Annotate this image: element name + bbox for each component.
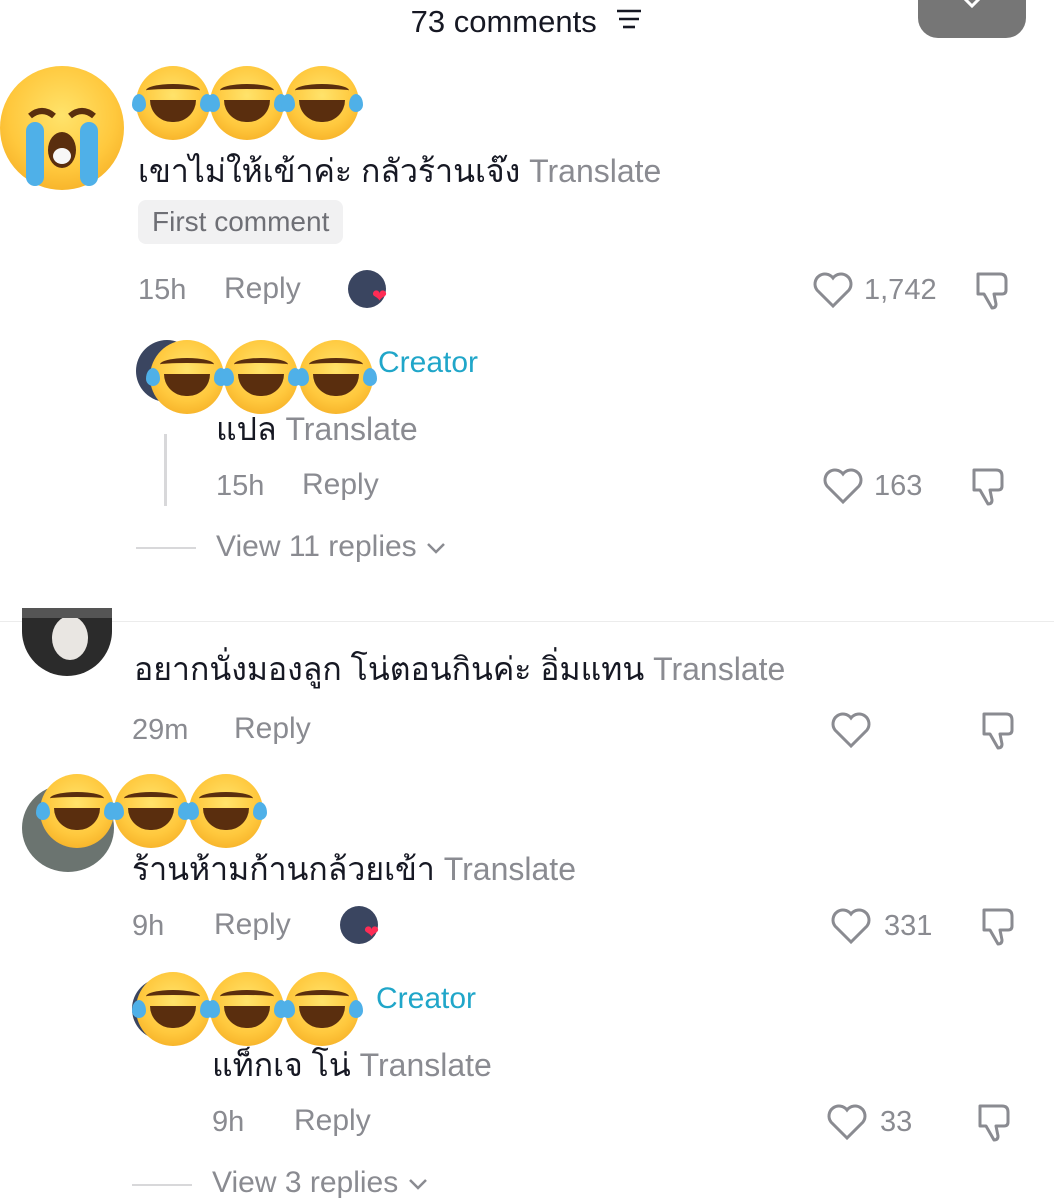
comment-body: ร้านห้ามก้านกล้วยเข้า [132, 851, 435, 887]
laughing-emoji-icon [294, 340, 377, 414]
reply-time: 9h [212, 1106, 245, 1138]
like-count: 1,742 [864, 274, 937, 306]
user-avatar[interactable] [22, 608, 112, 676]
thread-line [164, 434, 167, 506]
comment-text: เขาไม่ให้เข้าค่ะ กลัวร้านเจ๊ง Translate [138, 146, 661, 197]
laughing-emoji-icon [206, 66, 289, 140]
laughing-emoji-icon [110, 774, 193, 848]
reply-button[interactable]: Reply [302, 468, 379, 502]
comment-text: อยากนั่งมองลูก โน่ตอนกินค่ะ อิ่มแทน Tran… [134, 644, 785, 695]
laughing-emoji-icon [132, 66, 214, 140]
like-count: 33 [880, 1106, 913, 1138]
reply-emojis [146, 340, 380, 414]
translate-link[interactable]: Translate [444, 851, 576, 887]
laughing-emoji-icon [206, 972, 289, 1046]
comment-text: ร้านห้ามก้านกล้วยเข้า Translate [132, 844, 576, 895]
chevron-down-icon [407, 1166, 429, 1199]
view-replies-label: View 3 replies [212, 1166, 399, 1199]
like-heart-icon[interactable] [830, 906, 872, 951]
view-replies-label: View 11 replies [216, 530, 417, 563]
creator-label: Creator [378, 346, 479, 379]
replies-divider [136, 547, 196, 549]
like-heart-icon[interactable] [830, 710, 872, 755]
comment-body: อยากนั่งมองลูก โน่ตอนกินค่ะ อิ่มแทน [134, 651, 645, 687]
section-divider [0, 621, 1054, 622]
reply-emojis [132, 972, 366, 1046]
translate-link[interactable]: Translate [529, 153, 661, 189]
first-comment-badge: First comment [138, 200, 344, 244]
dislike-icon[interactable] [972, 1100, 1016, 1149]
dislike-icon[interactable] [970, 268, 1014, 317]
reply-button[interactable]: Reply [224, 272, 301, 306]
chevron-down-icon [425, 530, 447, 563]
like-count: 163 [874, 470, 923, 502]
laughing-emoji-icon [280, 66, 363, 140]
replies-divider [132, 1184, 192, 1186]
dislike-icon[interactable] [976, 708, 1020, 757]
reply-text: แปล Translate [216, 404, 418, 455]
comment-emojis [132, 66, 366, 140]
reply-button[interactable]: Reply [294, 1104, 371, 1138]
reply-body: แปล [216, 411, 277, 447]
creator-label: Creator [376, 982, 477, 1015]
comment-emojis [36, 774, 270, 848]
laughing-emoji-icon [220, 340, 303, 414]
translate-link[interactable]: Translate [285, 411, 417, 447]
translate-link[interactable]: Translate [360, 1047, 492, 1083]
comment-time: 9h [132, 910, 165, 942]
comments-header: 73 comments [0, 4, 1054, 42]
translate-link[interactable]: Translate [653, 651, 785, 687]
dislike-icon[interactable] [976, 904, 1020, 953]
like-heart-icon[interactable] [826, 1102, 868, 1147]
comment-time: 29m [132, 714, 189, 746]
chevron-down-icon [958, 0, 986, 14]
heart-badge-icon: ❤ [372, 286, 388, 306]
like-count: 331 [884, 910, 933, 942]
reply-button[interactable]: Reply [234, 712, 311, 746]
laughing-emoji-icon [132, 972, 214, 1046]
like-heart-icon[interactable] [812, 270, 854, 315]
dislike-icon[interactable] [966, 464, 1010, 513]
view-replies-button[interactable]: View 3 replies [212, 1166, 429, 1200]
view-replies-button[interactable]: View 11 replies [216, 530, 447, 564]
laughing-emoji-icon [184, 774, 267, 848]
reply-button[interactable]: Reply [214, 908, 291, 942]
like-heart-icon[interactable] [822, 466, 864, 511]
laughing-emoji-icon [146, 340, 228, 414]
reply-text: แท็กเจ โน่ Translate [212, 1040, 492, 1091]
comments-count-title: 73 comments [410, 4, 597, 39]
laughing-emoji-icon [36, 774, 118, 848]
avatar-crying-emoji[interactable] [0, 66, 124, 190]
scroll-cut [0, 600, 1054, 622]
sort-lines-icon[interactable] [615, 3, 643, 39]
laughing-emoji-icon [280, 972, 363, 1046]
heart-badge-icon: ❤ [364, 922, 380, 942]
reply-time: 15h [216, 470, 265, 502]
comment-time: 15h [138, 274, 187, 306]
reply-body: แท็กเจ โน่ [212, 1047, 351, 1083]
comment-body: เขาไม่ให้เข้าค่ะ กลัวร้านเจ๊ง [138, 153, 521, 189]
